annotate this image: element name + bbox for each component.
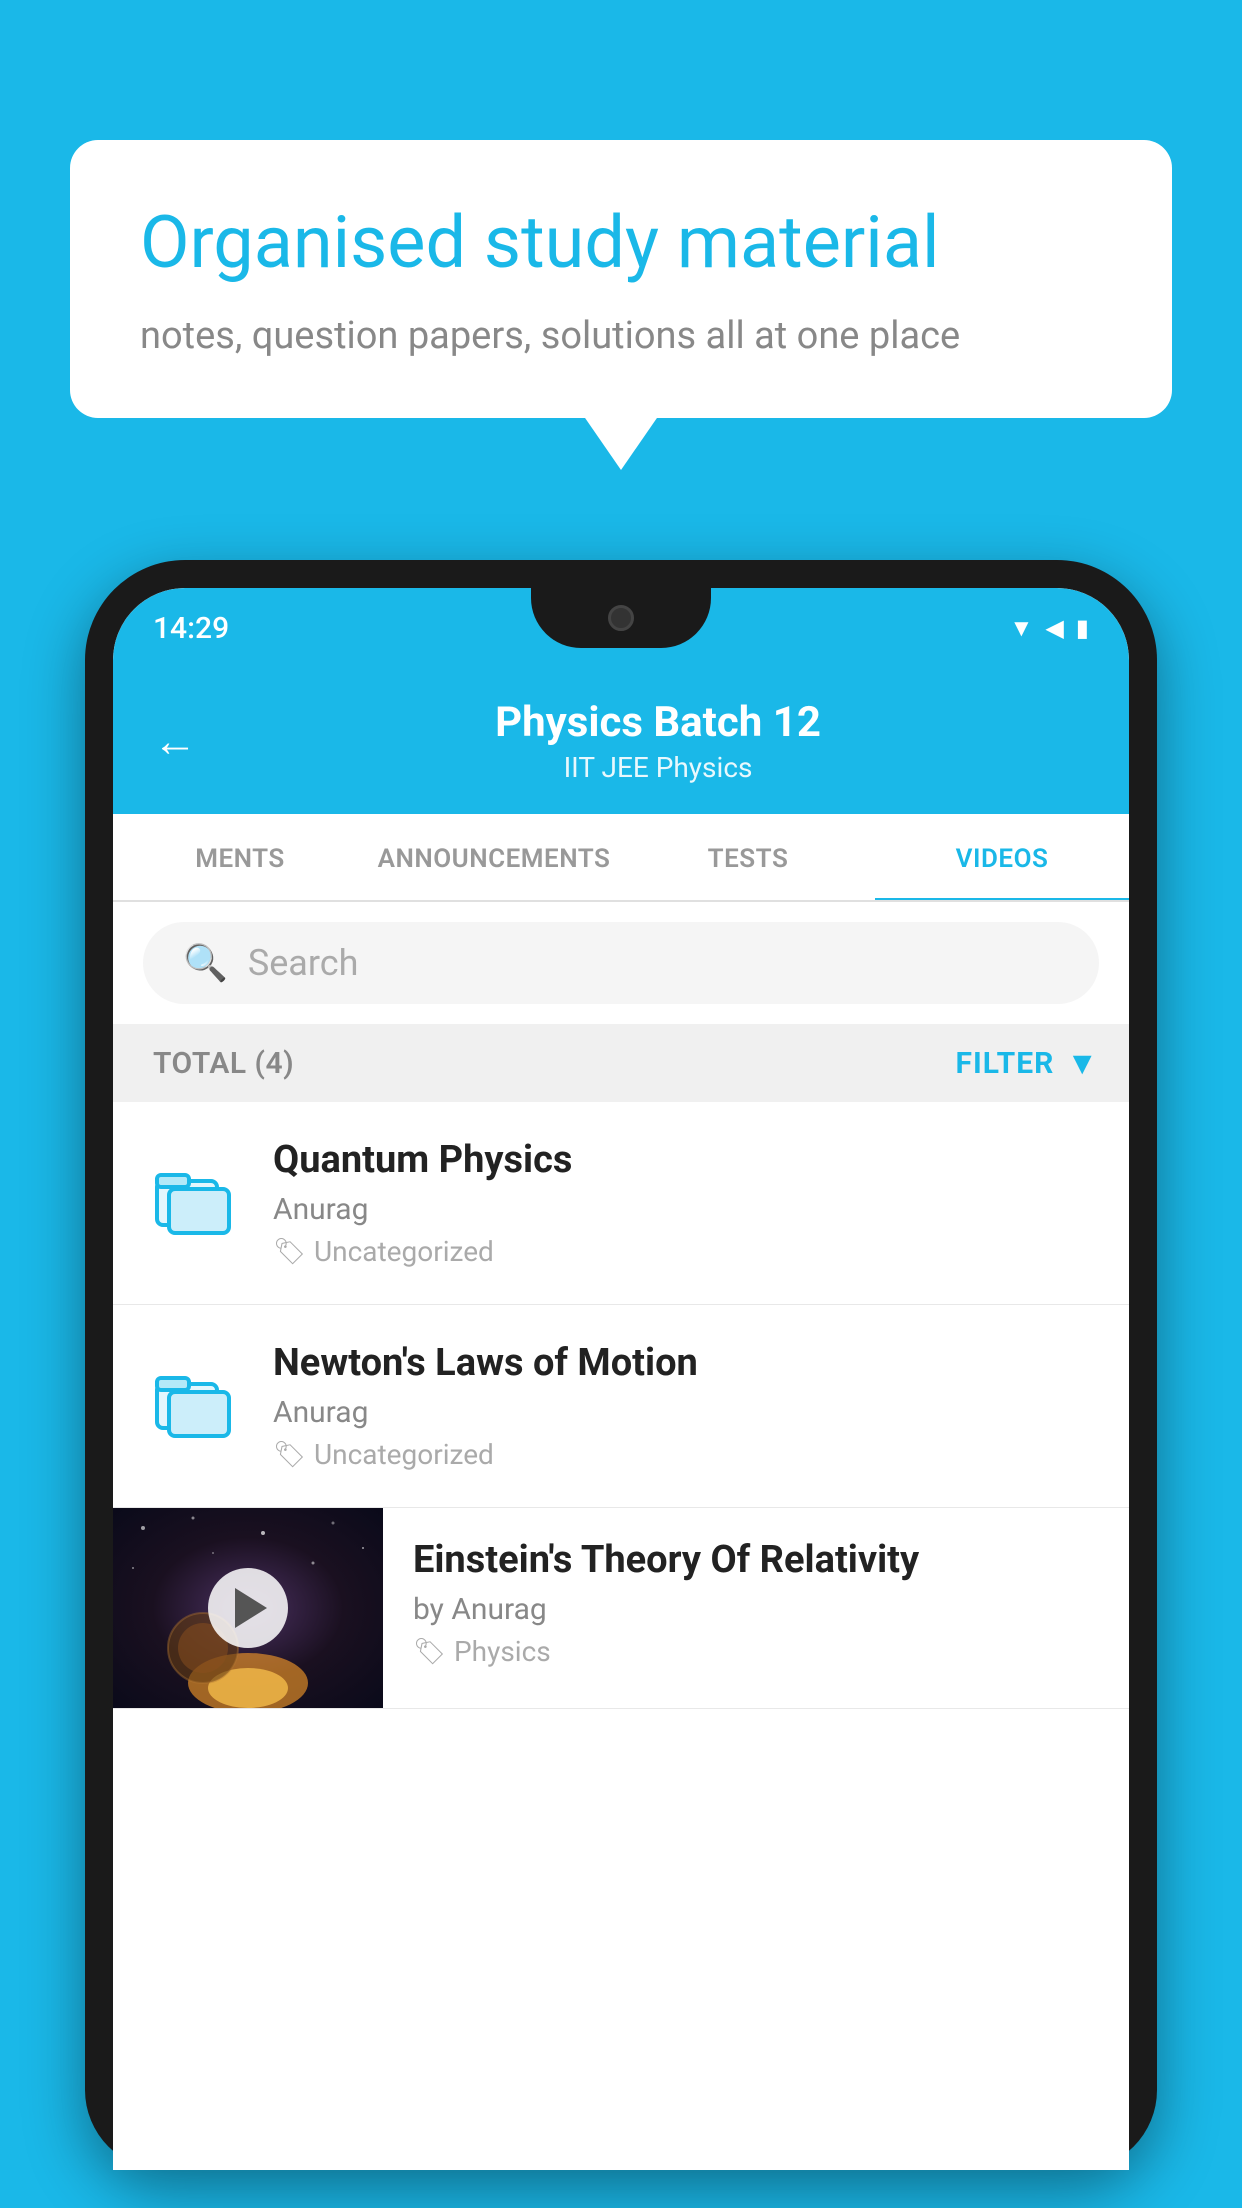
video-tag: 🏷 Physics	[413, 1635, 1099, 1668]
search-container: 🔍 Search	[113, 902, 1129, 1024]
tag-icon: 🏷	[273, 1440, 306, 1470]
thumbnail-background	[113, 1508, 383, 1708]
video-tag: 🏷 Uncategorized	[273, 1438, 1099, 1471]
video-title: Newton's Laws of Motion	[273, 1341, 1099, 1385]
filter-icon: ▼	[1066, 1044, 1099, 1082]
video-thumbnail	[113, 1508, 383, 1708]
status-time: 14:29	[153, 611, 229, 646]
video-info: Quantum Physics Anurag 🏷 Uncategorized	[273, 1138, 1099, 1268]
tag-icon: 🏷	[273, 1237, 306, 1267]
header-title: Physics Batch 12	[495, 698, 821, 747]
video-title: Einstein's Theory Of Relativity	[413, 1538, 1099, 1582]
search-icon: 🔍	[183, 942, 228, 984]
phone-outer-frame: 14:29 ▼ ◀ ▮ ← Physics Batch 12 IIT JEE P…	[85, 560, 1157, 2170]
play-button[interactable]	[208, 1568, 288, 1648]
video-icon-container	[143, 1157, 243, 1250]
status-bar: 14:29 ▼ ◀ ▮	[113, 588, 1129, 668]
wifi-icon: ▼	[1010, 614, 1034, 643]
play-triangle-icon	[235, 1588, 267, 1628]
video-info: Newton's Laws of Motion Anurag 🏷 Uncateg…	[273, 1341, 1099, 1471]
speech-bubble-heading: Organised study material	[140, 200, 1102, 286]
folder-icon	[153, 1360, 233, 1453]
content-area: Quantum Physics Anurag 🏷 Uncategorized	[113, 1102, 1129, 2170]
video-author: Anurag	[273, 1395, 1099, 1430]
phone-mockup: 14:29 ▼ ◀ ▮ ← Physics Batch 12 IIT JEE P…	[85, 560, 1157, 2208]
phone-notch	[531, 588, 711, 648]
list-item[interactable]: Newton's Laws of Motion Anurag 🏷 Uncateg…	[113, 1305, 1129, 1508]
back-button[interactable]: ←	[153, 715, 197, 767]
tag-label: Uncategorized	[314, 1438, 494, 1471]
filter-button[interactable]: FILTER ▼	[956, 1044, 1100, 1082]
total-count: TOTAL (4)	[153, 1046, 294, 1081]
speech-bubble: Organised study material notes, question…	[70, 140, 1172, 418]
tab-videos[interactable]: VIDEOS	[875, 814, 1129, 900]
tab-tests[interactable]: TESTS	[621, 814, 875, 900]
battery-icon: ▮	[1076, 614, 1089, 642]
tag-label: Physics	[454, 1635, 551, 1668]
video-info: Einstein's Theory Of Relativity by Anura…	[383, 1508, 1129, 1698]
tab-announcements[interactable]: ANNOUNCEMENTS	[367, 814, 621, 900]
folder-icon	[153, 1157, 233, 1250]
speech-bubble-container: Organised study material notes, question…	[70, 140, 1172, 418]
search-bar[interactable]: 🔍 Search	[143, 922, 1099, 1004]
tag-icon: 🏷	[413, 1637, 446, 1667]
filter-bar: TOTAL (4) FILTER ▼	[113, 1024, 1129, 1102]
signal-icon: ◀	[1045, 614, 1063, 642]
search-placeholder: Search	[248, 942, 359, 984]
video-author: by Anurag	[413, 1592, 1099, 1627]
header-subtitle: IIT JEE Physics	[564, 751, 753, 784]
video-icon-container	[143, 1360, 243, 1453]
list-item[interactable]: Quantum Physics Anurag 🏷 Uncategorized	[113, 1102, 1129, 1305]
tabs-container: MENTS ANNOUNCEMENTS TESTS VIDEOS	[113, 814, 1129, 902]
tab-ments[interactable]: MENTS	[113, 814, 367, 900]
video-title: Quantum Physics	[273, 1138, 1099, 1182]
app-screen: 14:29 ▼ ◀ ▮ ← Physics Batch 12 IIT JEE P…	[113, 588, 1129, 2170]
app-header: ← Physics Batch 12 IIT JEE Physics	[113, 668, 1129, 814]
filter-label: FILTER	[956, 1046, 1055, 1081]
speech-bubble-subtext: notes, question papers, solutions all at…	[140, 314, 1102, 358]
status-icons: ▼ ◀ ▮	[1010, 614, 1089, 643]
header-title-section: Physics Batch 12 IIT JEE Physics	[227, 698, 1089, 784]
list-item[interactable]: Einstein's Theory Of Relativity by Anura…	[113, 1508, 1129, 1709]
video-tag: 🏷 Uncategorized	[273, 1235, 1099, 1268]
tag-label: Uncategorized	[314, 1235, 494, 1268]
video-author: Anurag	[273, 1192, 1099, 1227]
phone-camera	[608, 605, 634, 631]
